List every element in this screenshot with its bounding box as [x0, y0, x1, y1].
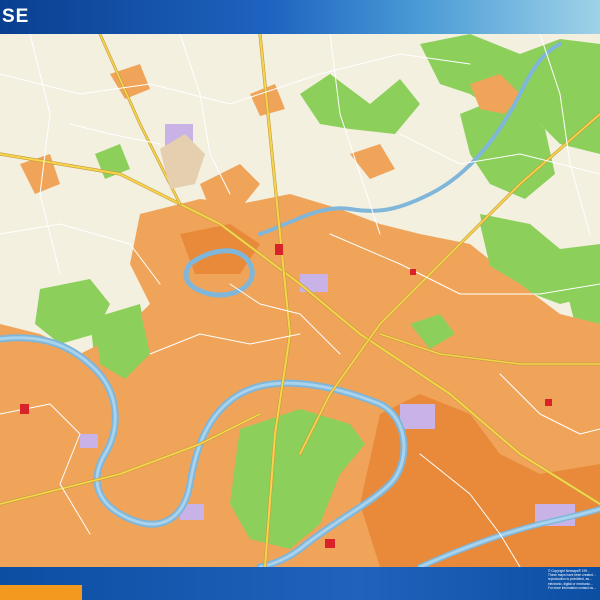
- landmark-marker: [325, 539, 335, 548]
- title-bar: SE: [0, 0, 600, 34]
- landmark-marker: [545, 399, 552, 406]
- map-poster-frame: SE © Copyright Netmaps® 199… These maps …: [0, 0, 600, 600]
- landmark-marker: [20, 404, 29, 414]
- street-map[interactable]: [0, 34, 600, 567]
- map-title: SE: [2, 6, 30, 27]
- brand-logo-bar: [0, 585, 82, 600]
- copyright-line: For more information contact us…: [548, 585, 597, 590]
- copyright-notice: © Copyright Netmaps® 199… These maps hav…: [548, 569, 600, 590]
- landmark-marker: [410, 269, 416, 275]
- landmark-marker: [275, 244, 283, 255]
- footer-bar: [0, 567, 600, 600]
- map-area[interactable]: [0, 34, 600, 567]
